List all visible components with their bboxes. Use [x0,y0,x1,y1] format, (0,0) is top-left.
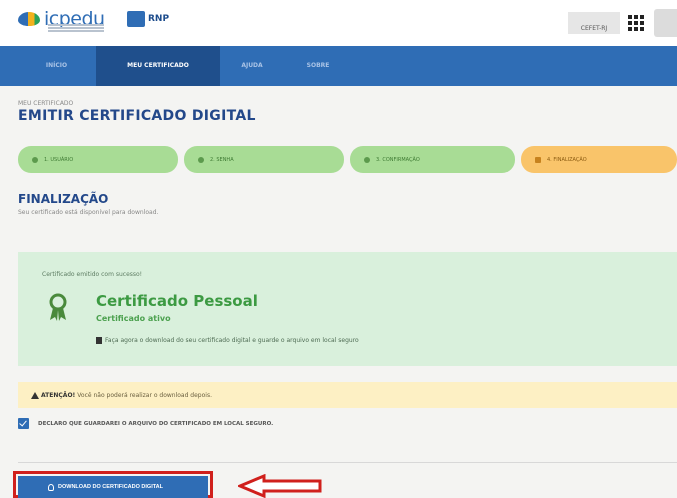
download-button-label: DOWNLOAD DO CERTIFICADO DIGITAL [58,484,163,490]
warning-icon [31,391,39,399]
section-title: FINALIZAÇÃO [18,192,109,206]
step-label: 4. FINALIZAÇÃO [547,156,587,163]
top-header: icpedu RNP CEFET-RJ [0,0,677,46]
success-panel: Certificado emitido com sucesso! Certifi… [18,252,677,366]
step-confirmacao: 3. CONFIRMAÇÃO [350,146,515,173]
step-label: 1. USUÁRIO [44,156,74,163]
institution-label: CEFET-RJ [580,25,608,32]
section-subtitle: Seu certificado está disponível para dow… [18,209,159,216]
document-icon [96,337,102,344]
icpedu-logo-icon [18,12,40,26]
user-avatar-icon[interactable] [654,9,677,37]
warning-banner: ATENÇÃO! Você não poderá realizar o down… [18,382,677,408]
medal-small-icon [48,483,54,491]
rnp-logo[interactable]: RNP [127,11,169,27]
lock-icon [198,156,204,163]
step-senha: 2. SENHA [184,146,344,173]
warning-text: Você não poderá realizar o download depo… [77,391,212,399]
user-icon [32,156,38,163]
step-finalizacao: 4. FINALIZAÇÃO [521,146,677,173]
warning-title: ATENÇÃO! [41,391,76,399]
nav-item-ajuda[interactable]: AJUDA [222,46,282,86]
step-usuario: 1. USUÁRIO [18,146,178,173]
medal-icon [49,293,67,321]
nav-item-meu-certificado[interactable]: MEU CERTIFICADO [96,46,220,86]
rnp-logo-text: RNP [148,14,170,24]
page-title: EMITIR CERTIFICADO DIGITAL [18,108,256,124]
certificate-status: Certificado ativo [96,314,171,323]
institution-badge[interactable]: CEFET-RJ [568,12,620,34]
download-certificate-button[interactable]: DOWNLOAD DO CERTIFICADO DIGITAL [18,476,208,498]
divider [18,462,677,463]
check-circle-icon [364,156,370,163]
nav-item-inicio[interactable]: INÍCIO [18,46,95,86]
grid-apps-icon[interactable] [628,15,644,31]
declaration-label[interactable]: DECLARO QUE GUARDAREI O ARQUIVO DO CERTI… [38,421,273,427]
main-nav: INÍCIO MEU CERTIFICADO AJUDA SOBRE [0,46,677,86]
breadcrumb: MEU CERTIFICADO [18,100,74,107]
certificate-note: Faça agora o download do seu certificado… [105,337,359,344]
success-message: Certificado emitido com sucesso! [42,271,143,278]
rnp-logo-icon [127,11,145,27]
nav-item-sobre[interactable]: SOBRE [286,46,350,86]
declaration-checkbox[interactable] [18,418,29,429]
step-label: 3. CONFIRMAÇÃO [376,156,420,163]
certificate-name: Certificado Pessoal [96,292,258,310]
flag-icon [535,156,541,163]
pointer-arrow-icon [238,474,322,498]
step-label: 2. SENHA [210,156,234,163]
logo-tagline-graphic [48,24,104,32]
